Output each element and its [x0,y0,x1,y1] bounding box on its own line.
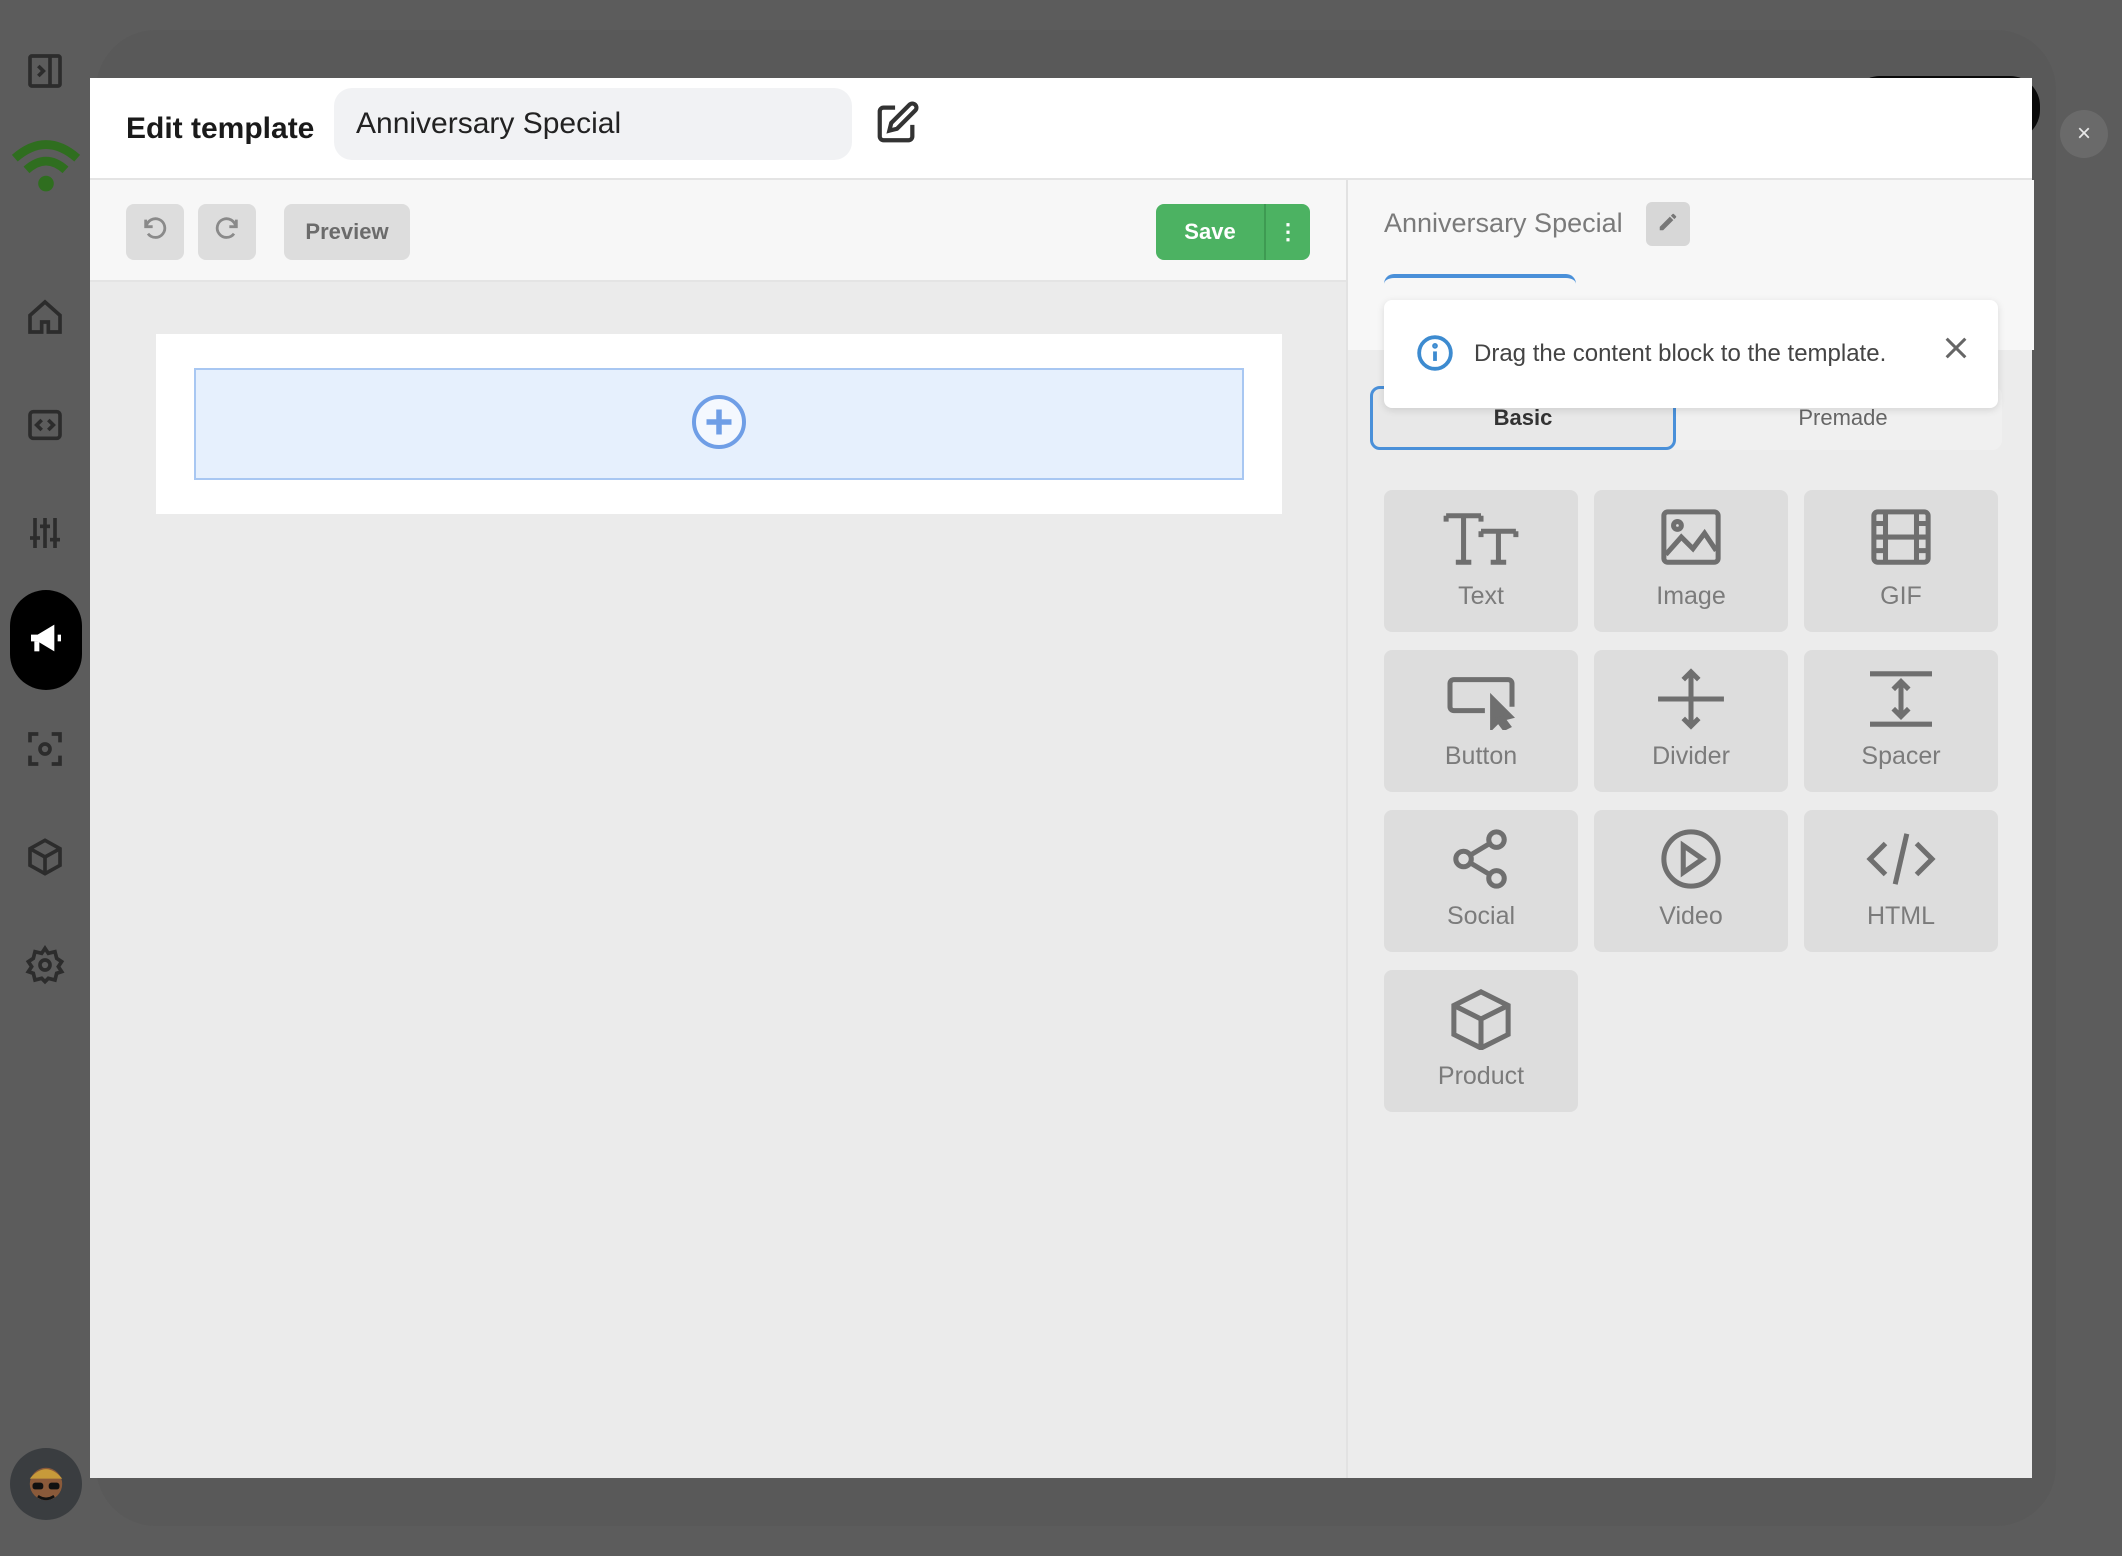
block-label: HTML [1866,902,1936,930]
preview-button[interactable]: Preview [284,204,410,260]
block-video[interactable]: Video [1594,810,1788,952]
box-icon [1451,989,1511,1050]
edit-name-icon[interactable] [874,100,920,146]
divider-icon [1658,668,1724,730]
editor-toolbar: Preview Save ⋮ [90,180,1346,282]
redo-icon [213,215,241,249]
block-label: Video [1659,902,1723,930]
home-icon[interactable] [24,296,66,338]
play-icon [1661,829,1721,889]
info-icon [1416,334,1454,372]
block-label: Button [1444,742,1518,770]
scan-icon[interactable] [24,728,66,770]
panel-template-name: Anniversary Special [1384,208,1623,238]
close-icon [1942,334,1970,367]
block-label: Divider [1652,742,1730,770]
block-label: Product [1437,1062,1525,1090]
megaphone-icon [26,618,66,663]
edit-template-modal: Edit template Preview Save ⋮ [90,78,2034,1478]
add-block-icon[interactable] [689,392,749,457]
text-icon [1443,513,1519,565]
modal-header: Edit template [90,78,2032,180]
save-button[interactable]: Save [1156,204,1264,260]
tooltip-message: Drag the content block to the template. [1474,340,1887,367]
block-label: Spacer [1861,742,1941,770]
avatar[interactable] [10,1448,82,1520]
block-product[interactable]: Product [1384,970,1578,1112]
redo-button[interactable] [198,204,256,260]
drag-hint-tooltip: Drag the content block to the template. [1384,300,1998,408]
block-social[interactable]: Social [1384,810,1578,952]
modal-title: Edit template [126,112,315,145]
code-file-icon[interactable] [24,404,66,446]
block-label: Image [1656,582,1726,610]
gif-icon [1871,509,1931,565]
template-canvas [156,334,1282,514]
sliders-icon[interactable] [24,512,66,554]
button-icon [1447,677,1515,730]
template-name-input[interactable] [334,88,852,160]
blocks-panel: Anniversary Special Basic Premade Drag t… [1346,180,2034,1478]
block-html[interactable]: HTML [1804,810,1998,952]
code-icon [1866,833,1936,885]
pencil-icon [1657,211,1679,238]
share-icon [1453,829,1507,889]
sidebar-toggle-icon[interactable] [24,50,66,92]
block-button[interactable]: Button [1384,650,1578,792]
save-options-button[interactable]: ⋮ [1264,204,1310,260]
block-divider[interactable]: Divider [1594,650,1788,792]
rename-button[interactable] [1646,202,1690,246]
save-button-group: Save ⋮ [1156,204,1310,260]
cube-icon[interactable] [24,836,66,878]
content-drop-zone[interactable] [194,368,1244,480]
block-image[interactable]: Image [1594,490,1788,632]
block-label: Social [1446,902,1516,930]
block-label: GIF [1880,582,1922,610]
undo-button[interactable] [126,204,184,260]
spacer-icon [1870,671,1932,727]
block-spacer[interactable]: Spacer [1804,650,1998,792]
tooltip-close-button[interactable] [1936,330,1976,370]
image-icon [1661,509,1721,565]
brand-logo-icon [6,134,86,198]
gear-icon[interactable] [24,944,66,986]
modal-close-button[interactable]: × [2060,110,2108,158]
undo-icon [141,215,169,249]
app-sidebar [0,0,90,1556]
block-text[interactable]: Text [1384,490,1578,632]
block-gif[interactable]: GIF [1804,490,1998,632]
block-label: Text [1458,582,1504,610]
editor-area: Preview Save ⋮ [90,180,1346,1478]
sidebar-item-campaigns[interactable] [10,590,82,690]
